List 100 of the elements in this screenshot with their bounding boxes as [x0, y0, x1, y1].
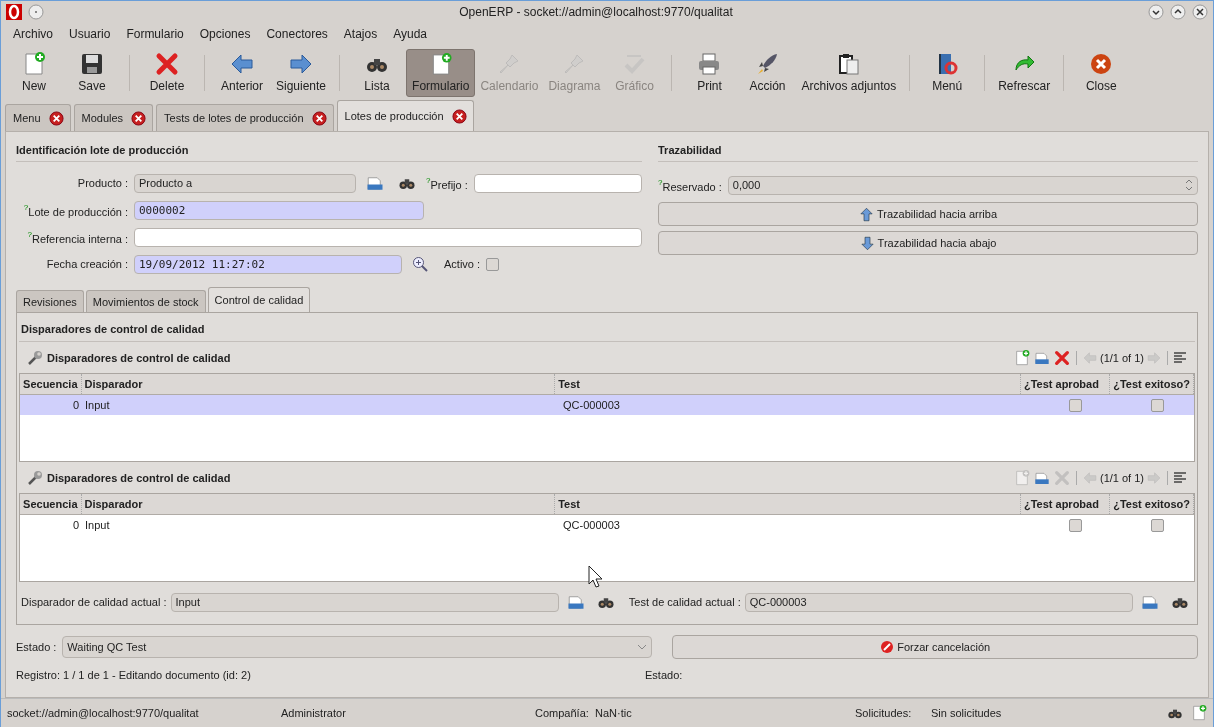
down-arrow-icon [859, 235, 875, 251]
menu-item[interactable]: Opciones [191, 27, 259, 41]
column-header[interactable]: ¿Test exitoso? [1110, 494, 1194, 514]
column-header[interactable]: Secuencia [20, 374, 82, 394]
checkbox[interactable] [1068, 518, 1082, 532]
field-label: Producto : [76, 177, 128, 189]
menu-item[interactable]: Archivo [5, 27, 61, 41]
window-title: OpenERP - socket://admin@localhost:9770/qualitat [458, 5, 734, 19]
menu-item[interactable]: Formulario [118, 27, 192, 41]
rocket-icon [755, 52, 780, 76]
state-dropdown[interactable]: Waiting QC Test [62, 636, 653, 658]
close-tab-icon[interactable] [48, 110, 64, 126]
connection-url: socket://admin@localhost:9770/qualitat [7, 707, 200, 719]
tab[interactable]: Revisiones [16, 290, 84, 312]
toolbar-button[interactable]: Close [1072, 49, 1131, 97]
toolbar-button[interactable]: Anterior [213, 49, 271, 97]
column-header[interactable]: ¿Test exitoso? [1110, 374, 1194, 394]
menu-item[interactable]: Conectores [258, 27, 336, 41]
requests-label: Solicitudes: [855, 707, 913, 719]
toolbar-button[interactable]: Menú [918, 49, 977, 97]
toolbar-button[interactable]: Lista [348, 49, 407, 97]
toolbar-button[interactable]: Formulario [406, 49, 476, 97]
company-name: NaN·tic [595, 707, 633, 719]
menu-icon[interactable] [1173, 350, 1187, 365]
toolbar-button[interactable]: Delete [138, 49, 196, 97]
grid-title: Disparadores de control de calidad [47, 471, 231, 484]
traceability-button[interactable]: Trazabilidad hacia arriba [658, 202, 1198, 226]
field-label: $^{?}$Reservado : [658, 177, 722, 193]
prefix-field[interactable] [473, 173, 642, 193]
checkbox[interactable] [1068, 398, 1082, 412]
test-field[interactable]: QC-000003 [744, 592, 1133, 612]
toolbar-button[interactable]: Siguiente [271, 49, 332, 97]
maximize-icon[interactable] [1170, 4, 1186, 20]
checkbox[interactable] [486, 257, 500, 271]
menu-item[interactable]: Atajos [335, 27, 386, 41]
tab[interactable]: Menu [5, 104, 71, 131]
new-document-icon [1191, 705, 1207, 721]
menu-item[interactable]: Usuario [61, 27, 119, 41]
close-tab-icon[interactable] [311, 110, 327, 126]
tab[interactable]: Modules [73, 104, 154, 131]
chevron-down-icon[interactable] [637, 643, 648, 651]
table-cell-text: QC-000003 [562, 398, 621, 413]
menu-icon[interactable] [1173, 470, 1187, 485]
wrench-icon [27, 349, 43, 366]
close-icon[interactable] [1192, 4, 1208, 20]
field-label: $^{?}$Lote de producción : [22, 202, 128, 218]
grid-title: Disparadores de control de calidad [47, 351, 231, 364]
toolbar-button[interactable]: Archivos adjuntos [796, 49, 902, 97]
column-header[interactable]: ¿Test aprobad [1020, 374, 1111, 394]
force-cancel-button[interactable]: Forzar cancelación [672, 635, 1198, 659]
field-label: $^{?}$Referencia interna : [26, 229, 128, 245]
table-cell-text: Input [84, 398, 111, 413]
toolbar-button[interactable]: Save [63, 49, 121, 97]
pager-text: (1/1 of 1) [1099, 471, 1144, 484]
tab[interactable]: Lotes de producción [336, 100, 474, 131]
table-row[interactable]: 0 Input QC-000003 [20, 395, 1194, 415]
column-header[interactable]: Test [555, 374, 1021, 394]
date-field[interactable]: 19/09/2012 11:27:02 [134, 254, 402, 274]
minimize-icon[interactable] [1148, 4, 1164, 20]
close-tab-icon[interactable] [451, 108, 467, 124]
column-header[interactable]: Test [555, 494, 1021, 514]
open-document-icon [366, 174, 384, 192]
right-arrow-icon [1147, 470, 1161, 485]
window-menu-icon[interactable] [28, 4, 44, 20]
tab[interactable]: Control de calidad [207, 287, 311, 312]
toolbar-button[interactable]: Refrescar [993, 49, 1056, 97]
new-document-icon [1013, 349, 1030, 366]
column-header[interactable]: ¿Test aprobad [1020, 494, 1111, 514]
table-row[interactable]: 0 Input QC-000003 [20, 515, 1194, 535]
table-cell-text: QC-000003 [562, 518, 621, 533]
left-arrow-icon [230, 52, 254, 76]
lot-field[interactable]: 0000002 [134, 200, 424, 220]
toolbar-button[interactable]: Acción [738, 49, 797, 97]
column-header[interactable]: Disparador [81, 494, 556, 514]
checkbox[interactable] [1150, 398, 1164, 412]
traceability-button[interactable]: Trazabilidad hacia abajo [658, 231, 1198, 255]
checkbox[interactable] [1150, 518, 1164, 532]
state-label: Estado: [645, 669, 683, 681]
right-arrow-icon [1147, 350, 1161, 365]
tab[interactable]: Tests de lotes de producción [156, 104, 334, 131]
forbidden-icon [880, 640, 895, 654]
reference-field[interactable] [134, 227, 642, 247]
field-label: Estado : [16, 641, 57, 653]
product-field[interactable]: Producto a [134, 173, 356, 193]
spin-arrows-icon[interactable] [1185, 178, 1193, 192]
column-header[interactable]: Secuencia [20, 494, 82, 514]
grid-tool-button[interactable] [1052, 349, 1071, 366]
toolbar-button[interactable]: New [5, 49, 63, 97]
menu-item[interactable]: Ayuda [385, 27, 435, 41]
up-arrow-icon [858, 206, 874, 222]
trigger-field[interactable]: Input [170, 592, 559, 612]
tab[interactable]: Movimientos de stock [85, 290, 206, 312]
toolbar-button[interactable]: Print [680, 49, 739, 97]
table-cell-text: 0 [71, 518, 80, 533]
reserved-spinbox[interactable]: 0,000 [727, 175, 1198, 195]
field-label: Fecha creación : [45, 258, 128, 270]
column-header[interactable]: Disparador [81, 374, 556, 394]
left-arrow-icon [1082, 350, 1097, 365]
requests-value: Sin solicitudes [931, 707, 1003, 719]
close-tab-icon[interactable] [131, 110, 147, 126]
